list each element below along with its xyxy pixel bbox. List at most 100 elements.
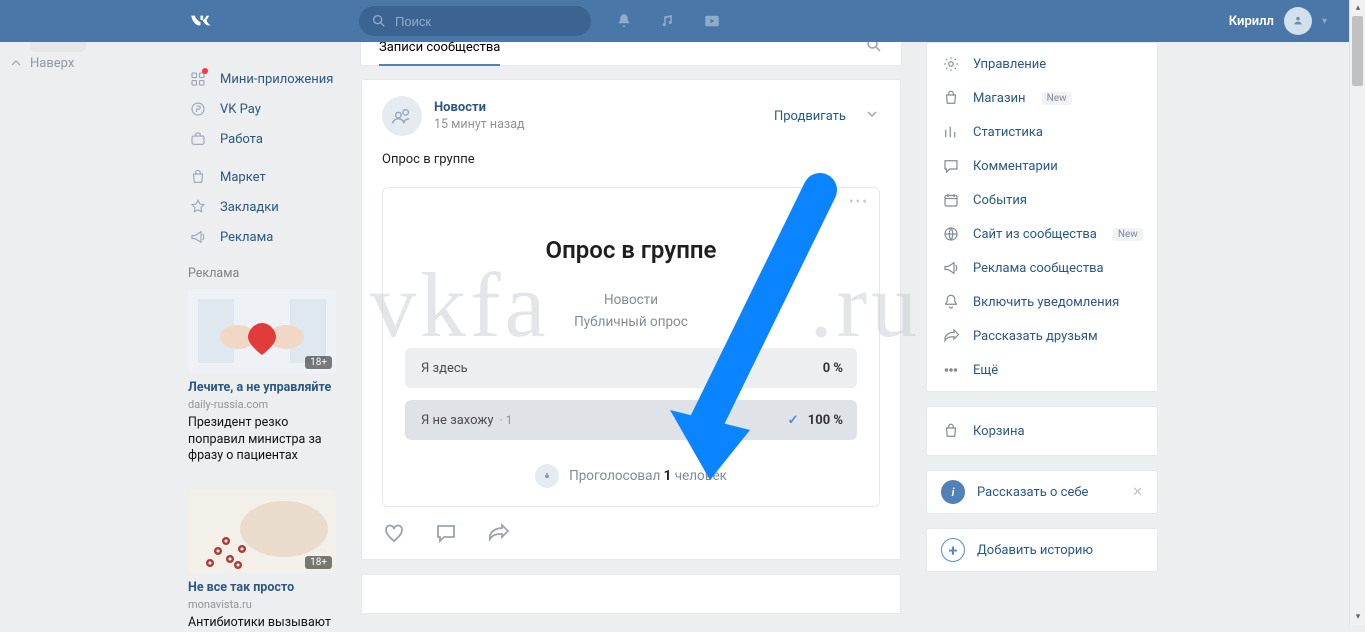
post-header: Новости 15 минут назад Продвигать <box>382 96 880 136</box>
poll-footer[interactable]: Проголосовал 1 человек <box>405 464 857 488</box>
tip-about[interactable]: i Рассказать о себе ✕ <box>926 470 1158 514</box>
post-menu-chevron-icon[interactable] <box>864 106 880 126</box>
cart-icon <box>941 422 961 440</box>
more-icon <box>941 361 961 379</box>
info-icon: i <box>941 480 965 504</box>
poll-option-2[interactable]: Я не захожу · 1 ✓ 100 % <box>405 400 857 440</box>
topbar: Кирилл ▾ <box>0 0 1349 42</box>
bell-icon[interactable] <box>615 12 633 30</box>
scroll-down-button[interactable]: ▾ <box>1350 609 1365 625</box>
ad-desc: Президент резко поправил министра за фра… <box>188 415 348 466</box>
search-box[interactable] <box>359 6 591 36</box>
poll-menu-icon[interactable]: ••• <box>849 194 869 210</box>
poll-option-1[interactable]: Я здесь 0 % <box>405 348 857 388</box>
music-icon[interactable] <box>659 12 677 30</box>
video-icon[interactable] <box>703 12 721 30</box>
ritem-manage[interactable]: Управление <box>927 47 1157 81</box>
scroll-track[interactable] <box>1350 16 1365 609</box>
close-icon[interactable]: ✕ <box>1132 485 1143 500</box>
post-time[interactable]: 15 минут назад <box>434 117 525 132</box>
poll-option-percent: 0 % <box>823 361 843 376</box>
avatar <box>1284 7 1312 35</box>
jobs-icon <box>188 130 208 148</box>
ad-card-1[interactable]: 18+ Лечите, а не управляйте daily-russia… <box>188 289 348 465</box>
vk-logo[interactable] <box>188 8 214 34</box>
ad-desc: Антибиотики вызывают <box>188 615 348 632</box>
notification-dot <box>202 68 208 74</box>
bookmarks-icon <box>188 198 208 216</box>
advert-icon <box>188 228 208 246</box>
ad-title: Не все так просто <box>188 580 348 596</box>
ritem-notifications[interactable]: Включить уведомления <box>927 285 1157 319</box>
ritem-events[interactable]: События <box>927 183 1157 217</box>
share-icon <box>941 327 961 345</box>
tip-add-story[interactable]: + Добавить историю <box>926 528 1158 572</box>
nav-label: VK Pay <box>220 102 261 117</box>
poll-type: Публичный опрос <box>405 314 857 330</box>
post-text: Опрос в группе <box>382 152 880 167</box>
comments-icon <box>941 157 961 175</box>
poll-title: Опрос в группе <box>405 236 857 264</box>
stats-icon <box>941 123 961 141</box>
voter-avatar-icon <box>535 464 559 488</box>
ritem-more[interactable]: Ещё <box>927 353 1157 387</box>
poll-option-label: Я не захожу <box>421 413 494 428</box>
post-actions <box>382 507 880 559</box>
nav-bookmarks[interactable]: Закладки <box>188 192 348 222</box>
ad-tag: 18+ <box>305 556 332 569</box>
ritem-comments[interactable]: Комментарии <box>927 149 1157 183</box>
poll-option-count: · 1 <box>500 413 513 427</box>
ritem-site[interactable]: Сайт из сообществаNew <box>927 217 1157 251</box>
nav-label: Реклама <box>220 230 273 245</box>
bell-icon <box>941 293 961 311</box>
gear-icon <box>941 55 961 73</box>
poll-source[interactable]: Новости <box>405 292 857 308</box>
ritem-cart[interactable]: Корзина <box>927 411 1157 451</box>
user-name: Кирилл <box>1229 14 1274 29</box>
search-input[interactable] <box>395 14 579 29</box>
scroll-up-button[interactable]: ▴ <box>1350 0 1365 16</box>
ad-domain: monavista.ru <box>188 598 348 611</box>
site-icon <box>941 225 961 243</box>
poll-card: ••• Опрос в группе Новости Публичный опр… <box>382 187 880 507</box>
chevron-down-icon: ▾ <box>1322 16 1327 27</box>
poll-option-label: Я здесь <box>421 361 468 376</box>
left-sidebar: Мини-приложения VK Pay Работа Маркет Зак… <box>188 42 348 632</box>
next-post-stub <box>361 574 901 614</box>
ad-card-2[interactable]: 18+ Не все так просто monavista.ru Антиб… <box>188 489 348 632</box>
browser-scrollbar[interactable]: ▴ ▾ <box>1349 0 1365 625</box>
nav-market[interactable]: Маркет <box>188 162 348 192</box>
poll-footer-text: Проголосовал 1 человек <box>569 468 727 484</box>
post-card: Новости 15 минут назад Продвигать Опрос … <box>361 79 901 560</box>
user-menu[interactable]: Кирилл ▾ <box>1229 7 1327 35</box>
nav-jobs[interactable]: Работа <box>188 124 348 154</box>
post-avatar[interactable] <box>382 96 422 136</box>
comment-button[interactable] <box>434 521 458 545</box>
back-to-top[interactable]: Наверх <box>10 56 74 71</box>
scroll-thumb[interactable] <box>1352 16 1363 86</box>
ad-title: Лечите, а не управляйте <box>188 380 348 396</box>
new-badge: New <box>1113 228 1143 241</box>
nav-vk-pay[interactable]: VK Pay <box>188 94 348 124</box>
vk-pay-icon <box>188 100 208 118</box>
main-column: Записи сообщества Новости 15 минут назад… <box>361 29 901 614</box>
ritem-shop[interactable]: МагазинNew <box>927 81 1157 115</box>
nav-mini-apps[interactable]: Мини-приложения <box>188 64 348 94</box>
back-to-top-label: Наверх <box>30 56 74 71</box>
poll-option-percent: ✓ 100 % <box>788 413 843 428</box>
like-button[interactable] <box>382 521 406 545</box>
market-icon <box>188 168 208 186</box>
share-button[interactable] <box>486 521 510 545</box>
promote-button[interactable]: Продвигать <box>774 109 846 124</box>
shadow-decoration <box>30 42 86 52</box>
post-source[interactable]: Новости <box>434 100 525 115</box>
search-icon <box>371 13 387 29</box>
ritem-tell-friends[interactable]: Рассказать друзьям <box>927 319 1157 353</box>
nav-advert[interactable]: Реклама <box>188 222 348 252</box>
ritem-community-ads[interactable]: Реклама сообщества <box>927 251 1157 285</box>
plus-icon: + <box>941 538 965 562</box>
ritem-stats[interactable]: Статистика <box>927 115 1157 149</box>
new-badge: New <box>1042 92 1072 105</box>
nav-label: Мини-приложения <box>220 72 333 87</box>
ad-image-1: 18+ <box>188 289 336 373</box>
